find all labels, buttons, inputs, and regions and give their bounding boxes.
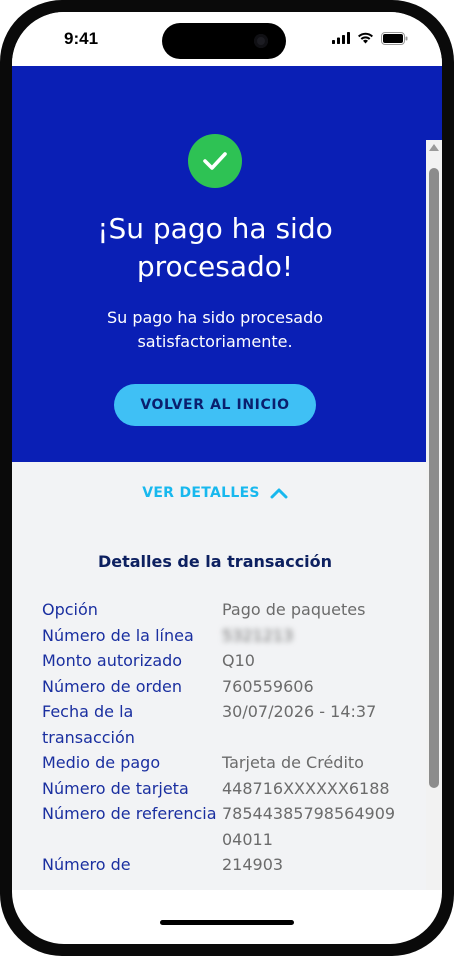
status-icons [332,31,408,45]
detail-value: Tarjeta de Crédito [222,753,364,772]
page-title: ¡Su pago ha sido procesado! [97,212,333,283]
wifi-icon [358,32,373,44]
detail-row: Número de orden 760559606 [42,674,402,700]
signal-icon [332,32,350,44]
chevron-up-icon [270,488,288,499]
phone-frame: 9:41 ¡Su pago ha sido procesado! Su pago… [0,0,454,956]
success-check-icon [188,134,242,188]
detail-label: Número de tarjeta [42,778,189,798]
dynamic-island [162,23,286,59]
detail-value: Pago de paquetes [222,600,366,619]
detail-value: Q10 [222,651,255,670]
details-heading: Detalles de la transacción [97,552,333,571]
back-to-home-button[interactable]: VOLVER AL INICIO [114,384,316,426]
detail-label: Número de la línea [42,625,194,645]
detail-row: Fecha de la transacción 30/07/2026 - 14:… [42,699,402,750]
detail-value: 7854438579856490904011 [222,804,396,849]
battery-icon [381,31,408,45]
detail-label: Número de [42,855,131,874]
scrollbar[interactable] [426,140,442,890]
scroll-up-arrow-icon[interactable] [429,144,439,151]
detail-label: Opción [42,600,98,619]
detail-row: Medio de pago Tarjeta de Crédito [42,750,402,776]
detail-value: 448716XXXXXX6188 [222,778,390,798]
detail-row: Opción Pago de paquetes [42,597,402,623]
success-message: Su pago ha sido procesado satisfactoriam… [106,308,324,351]
detail-label: Número de referencia [42,804,217,823]
success-hero: ¡Su pago ha sido procesado! Su pago ha s… [12,66,442,462]
status-time: 9:41 [64,29,99,48]
detail-label: Medio de pago [42,753,161,772]
detail-value: 760559606 [222,676,314,696]
transaction-details: Opción Pago de paquetes Número de la lín… [42,597,402,878]
detail-value: 214903 [222,855,284,874]
detail-label: Número de orden [42,676,182,696]
detail-value: 30/07/2026 - 14:37 [222,702,377,721]
screen: 9:41 ¡Su pago ha sido procesado! Su pago… [12,12,442,944]
home-indicator[interactable] [160,920,294,925]
scroll-thumb[interactable] [429,168,439,788]
detail-row: Número de la línea 5321213 [42,623,402,649]
toggle-details-label: VER DETALLES [142,485,260,501]
detail-value-redacted: 5321213 [222,625,294,645]
detail-row: Monto autorizado Q10 [42,648,402,674]
status-bar: 9:41 [12,12,442,66]
detail-label: Monto autorizado [42,651,183,670]
camera-icon [254,34,268,48]
detail-row: Número de tarjeta 448716XXXXXX6188 [42,776,402,802]
toggle-details-button[interactable]: VER DETALLES [12,478,418,508]
detail-label: Fecha de la transacción [42,702,135,747]
web-viewport[interactable]: ¡Su pago ha sido procesado! Su pago ha s… [12,66,442,890]
detail-row: Número de referencia 7854438579856490904… [42,801,402,852]
detail-row: Número de 214903 [42,852,402,878]
